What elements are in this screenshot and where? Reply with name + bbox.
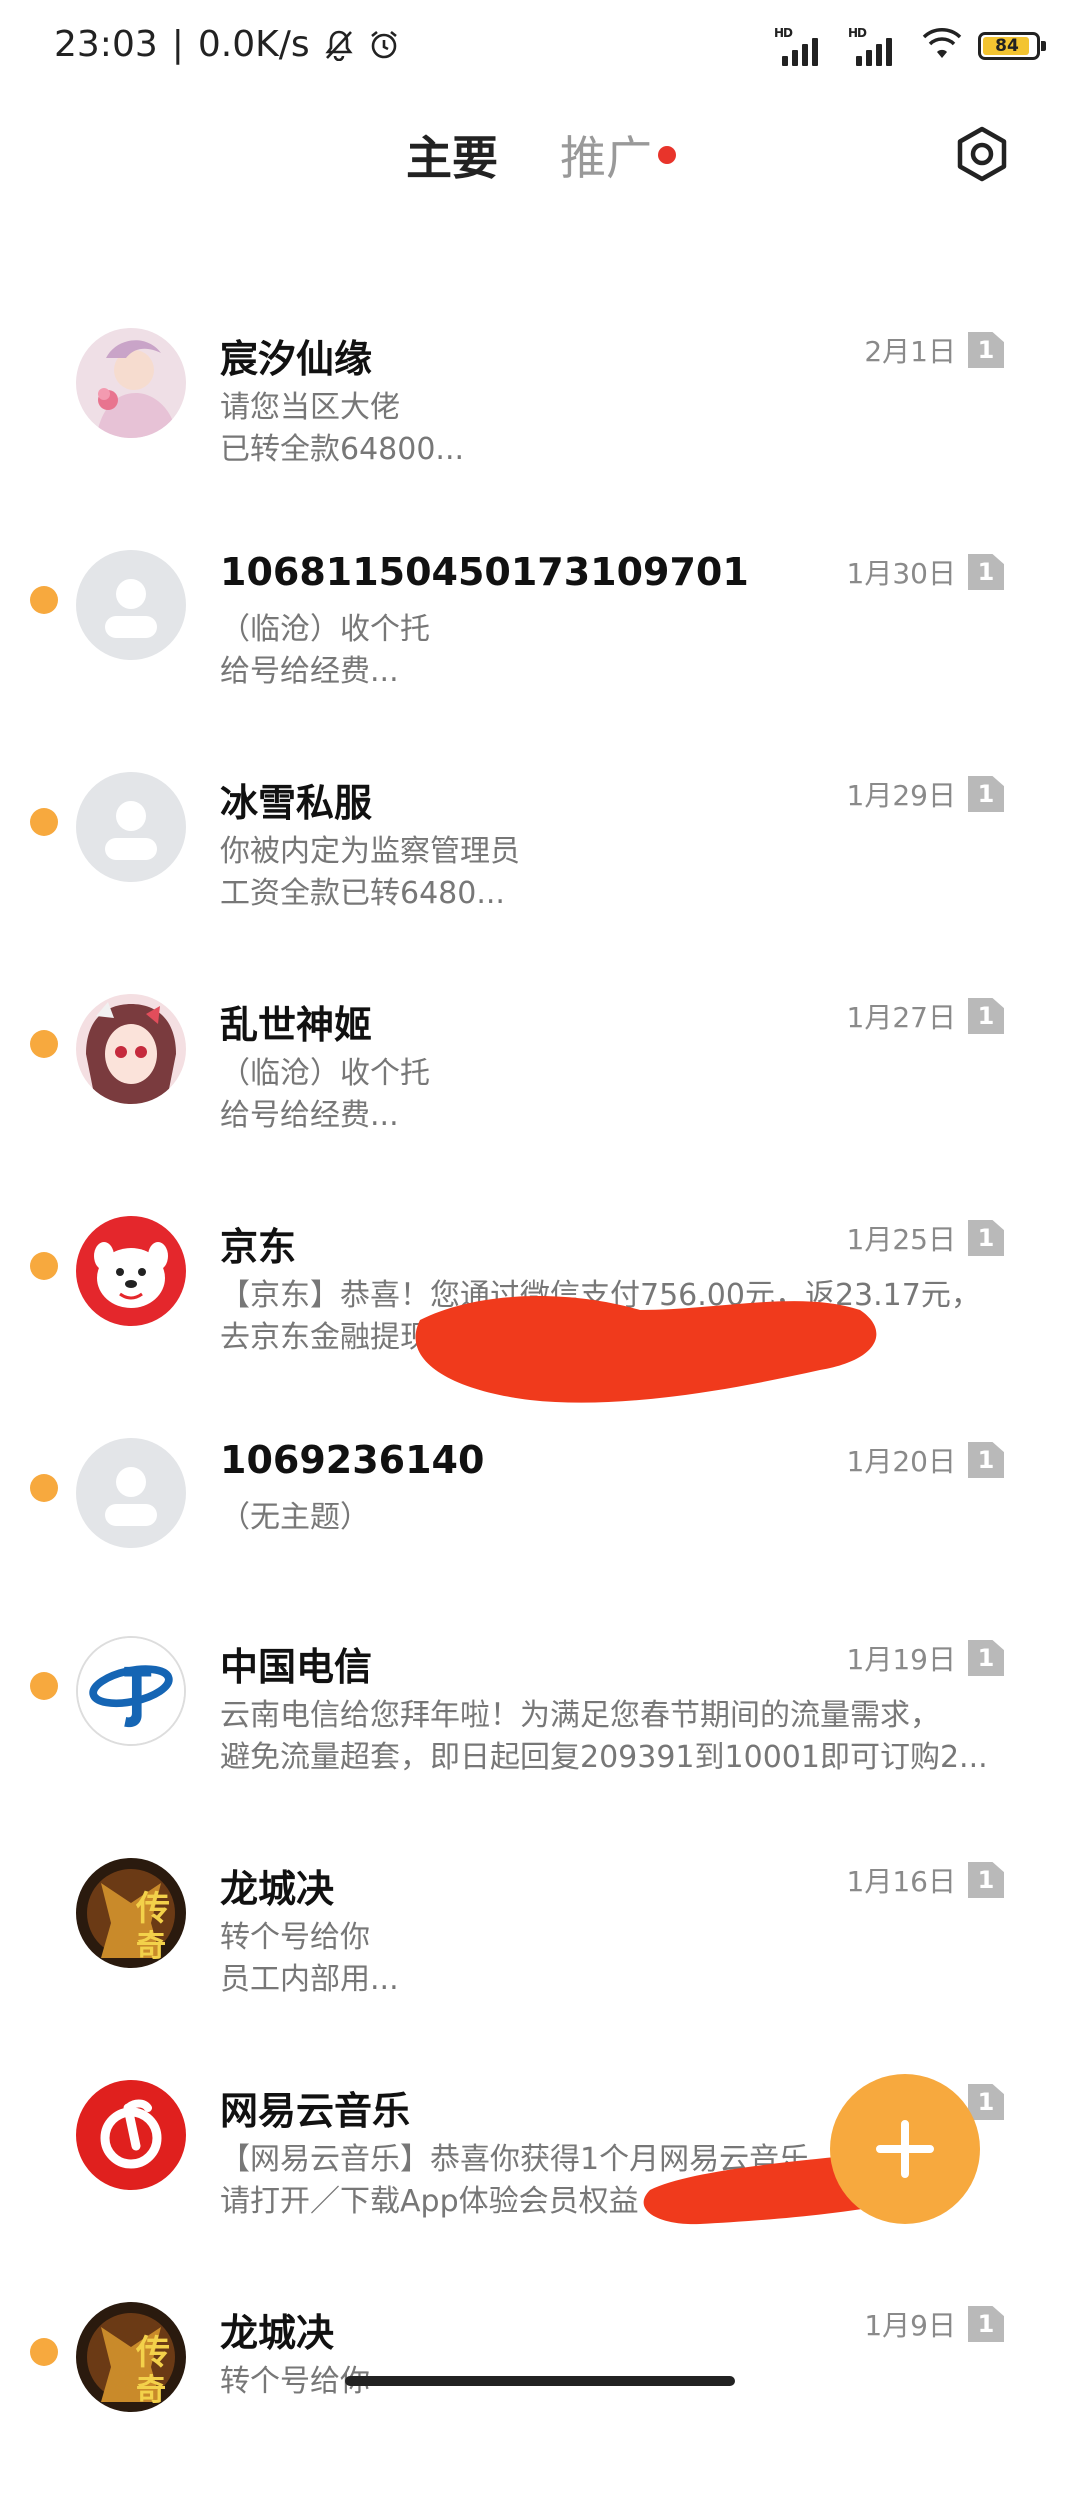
redaction-mark xyxy=(415,1296,877,1403)
mute-bell-icon xyxy=(324,29,354,61)
sim-card-icon: 1 xyxy=(968,2306,1004,2342)
message-item[interactable]: 冰雪私服 1月29日 1 你被内定为监察管理员 工资全款已转6480... xyxy=(0,766,1080,988)
alarm-clock-icon xyxy=(368,29,400,61)
wifi-icon xyxy=(922,28,962,64)
sim-card-icon: 1 xyxy=(968,1862,1004,1898)
status-right: HD HD 84 xyxy=(774,26,1046,66)
sim-card-icon: 1 xyxy=(968,1640,1004,1676)
legend-game-avatar-icon: 传奇 xyxy=(76,1858,186,1968)
message-item[interactable]: 106811504501731097​01 1月30日 1 （临沧）收个托 给号… xyxy=(0,544,1080,766)
message-item[interactable]: 传奇 龙城决 1月16日 1 转个号给你 员工内部用... xyxy=(0,1852,1080,2074)
message-date: 1月16日 xyxy=(846,1865,956,1898)
status-network-speed: 0.0K/s xyxy=(197,24,310,65)
svg-text:传: 传 xyxy=(135,1889,170,1929)
unread-dot xyxy=(30,1030,58,1058)
message-date: 1月9日 xyxy=(864,2309,956,2342)
message-item[interactable]: 1069236140 1月20日 1 （无主题） xyxy=(0,1432,1080,1654)
message-preview-line1: （无主题） xyxy=(220,1500,370,1535)
message-date: 1月25日 xyxy=(846,1223,956,1256)
sim-card-icon: 1 xyxy=(968,998,1004,1034)
unread-dot xyxy=(30,808,58,836)
battery-icon: 84 xyxy=(978,32,1046,60)
sender-name: 网易云音乐 xyxy=(220,2089,411,2133)
default-person-icon xyxy=(76,772,186,882)
message-preview-line2: 避免流量超套，即日起回复209391到10001即可订购2... xyxy=(220,1740,988,1775)
legend-game-avatar-icon: 传奇 xyxy=(76,2302,186,2412)
sim-card-icon: 1 xyxy=(968,1220,1004,1256)
message-item[interactable]: 传奇 龙城决 1月9日 1 转个号给你 xyxy=(0,2296,1080,2518)
fairy-avatar-icon xyxy=(76,328,186,438)
signal-1-icon: HD xyxy=(774,26,832,66)
sim-card-icon: 1 xyxy=(968,332,1004,368)
netease-music-logo-icon xyxy=(76,2080,186,2190)
svg-text:奇: 奇 xyxy=(136,1929,166,1964)
message-preview-line2: 去京东金融提现 xyxy=(220,1320,430,1355)
tab-promo[interactable]: 推广 xyxy=(560,122,652,188)
default-person-icon xyxy=(76,550,186,660)
message-date: 1月30日 xyxy=(846,557,956,590)
message-preview-line2: 员工内部用... xyxy=(220,1962,399,1997)
signal-2-icon: HD xyxy=(848,26,906,66)
jd-dog-logo-icon xyxy=(76,1216,186,1326)
battery-level: 84 xyxy=(995,36,1019,56)
anime-girl-avatar-icon xyxy=(76,994,186,1104)
sender-name: 龙城决 xyxy=(220,2311,335,2355)
message-item[interactable]: 乱世神姬 1月27日 1 （临沧）收个托 给号给经费... xyxy=(0,988,1080,1210)
sender-name: 1069236140 xyxy=(220,1438,485,1482)
sender-name: 京东 xyxy=(220,1225,297,1269)
plus-icon xyxy=(876,2120,934,2178)
svg-text:传: 传 xyxy=(135,2333,170,2373)
sender-name: 乱世神姬 xyxy=(220,1003,373,1047)
sim-card-icon: 1 xyxy=(968,554,1004,590)
message-date: 2月1日 xyxy=(864,335,956,368)
message-preview-line1: 你被内定为监察管理员 xyxy=(220,834,520,869)
message-item[interactable]: 宸汐仙缘 2月1日 1 请您当区大佬 已转全款64800... xyxy=(0,322,1080,544)
unread-dot xyxy=(30,1474,58,1502)
unread-dot xyxy=(30,586,58,614)
sender-name: 106811504501731097​01 xyxy=(220,550,749,594)
message-preview-line1: 云南电信给您拜年啦！为满足您春节期间的流量需求， xyxy=(220,1698,940,1733)
unread-dot xyxy=(30,2338,58,2366)
settings-icon[interactable] xyxy=(952,124,1012,184)
message-date: 1月19日 xyxy=(846,1643,956,1676)
message-preview-line1: （临沧）收个托 xyxy=(220,612,430,647)
message-preview-line1: 转个号给你 xyxy=(220,1920,370,1955)
message-date: 1月27日 xyxy=(846,1001,956,1034)
message-date: 1月29日 xyxy=(846,779,956,812)
unread-dot xyxy=(30,1252,58,1280)
home-indicator[interactable] xyxy=(345,2376,735,2386)
svg-text:奇: 奇 xyxy=(136,2373,166,2408)
china-telecom-logo-icon xyxy=(76,1636,186,1746)
compose-fab-button[interactable] xyxy=(830,2074,980,2224)
sender-name: 龙城决 xyxy=(220,1867,335,1911)
message-preview-line2: 工资全款已转6480... xyxy=(220,876,505,911)
unread-dot xyxy=(30,1672,58,1700)
message-preview-line1: （临沧）收个托 xyxy=(220,1056,430,1091)
message-item[interactable]: 中国电信 1月19日 1 云南电信给您拜年啦！为满足您春节期间的流量需求， 避免… xyxy=(0,1630,1080,1852)
status-time: 23:03 xyxy=(54,24,158,65)
message-preview-line1: 请您当区大佬 xyxy=(220,390,400,425)
default-person-icon xyxy=(76,1438,186,1548)
status-divider: | xyxy=(171,24,184,65)
sender-name: 冰雪私服 xyxy=(220,781,373,825)
sender-name: 中国电信 xyxy=(220,1645,373,1689)
tab-main[interactable]: 主要 xyxy=(406,122,498,188)
promo-unread-dot xyxy=(658,146,676,164)
status-left: 23:03 | 0.0K/s xyxy=(54,24,400,65)
message-preview-line2: 给号给经费... xyxy=(220,1098,399,1133)
sender-name: 宸汐仙缘 xyxy=(220,337,373,381)
status-bar: 23:03 | 0.0K/s HD HD 84 xyxy=(0,0,1080,96)
message-preview-line2: 给号给经费... xyxy=(220,654,399,689)
message-preview-line2: 请打开／下载App体验会员权益 xyxy=(220,2184,639,2219)
message-preview-line2: 已转全款64800... xyxy=(220,432,465,467)
sim-card-icon: 1 xyxy=(968,1442,1004,1478)
message-date: 1月20日 xyxy=(846,1445,956,1478)
sim-card-icon: 1 xyxy=(968,776,1004,812)
